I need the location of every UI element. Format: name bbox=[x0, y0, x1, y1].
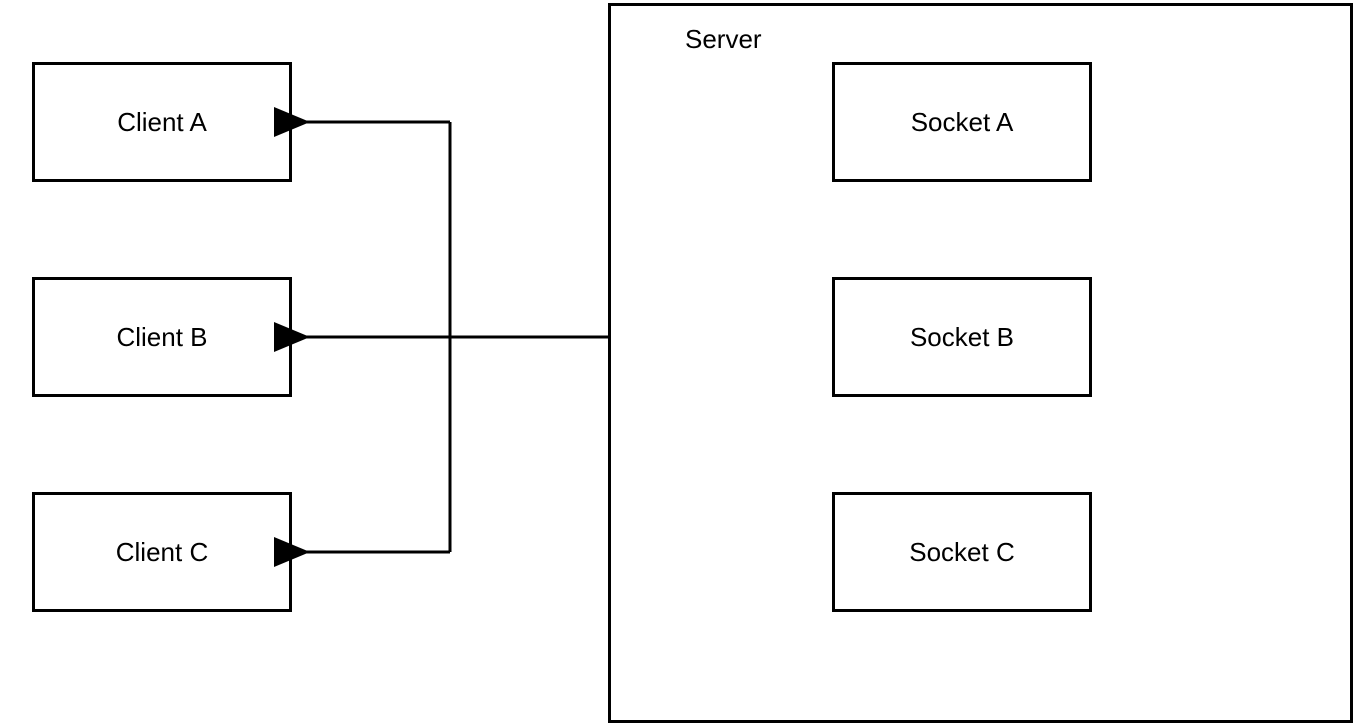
socket-c-label: Socket C bbox=[909, 537, 1015, 568]
socket-b-label: Socket B bbox=[910, 322, 1014, 353]
client-c-label: Client C bbox=[116, 537, 208, 568]
client-b-label: Client B bbox=[116, 322, 207, 353]
client-b-box: Client B bbox=[32, 277, 292, 397]
client-c-box: Client C bbox=[32, 492, 292, 612]
server-label: Server bbox=[685, 24, 762, 55]
socket-b-box: Socket B bbox=[832, 277, 1092, 397]
socket-c-box: Socket C bbox=[832, 492, 1092, 612]
client-a-label: Client A bbox=[117, 107, 207, 138]
socket-a-label: Socket A bbox=[911, 107, 1014, 138]
client-a-box: Client A bbox=[32, 62, 292, 182]
socket-a-box: Socket A bbox=[832, 62, 1092, 182]
